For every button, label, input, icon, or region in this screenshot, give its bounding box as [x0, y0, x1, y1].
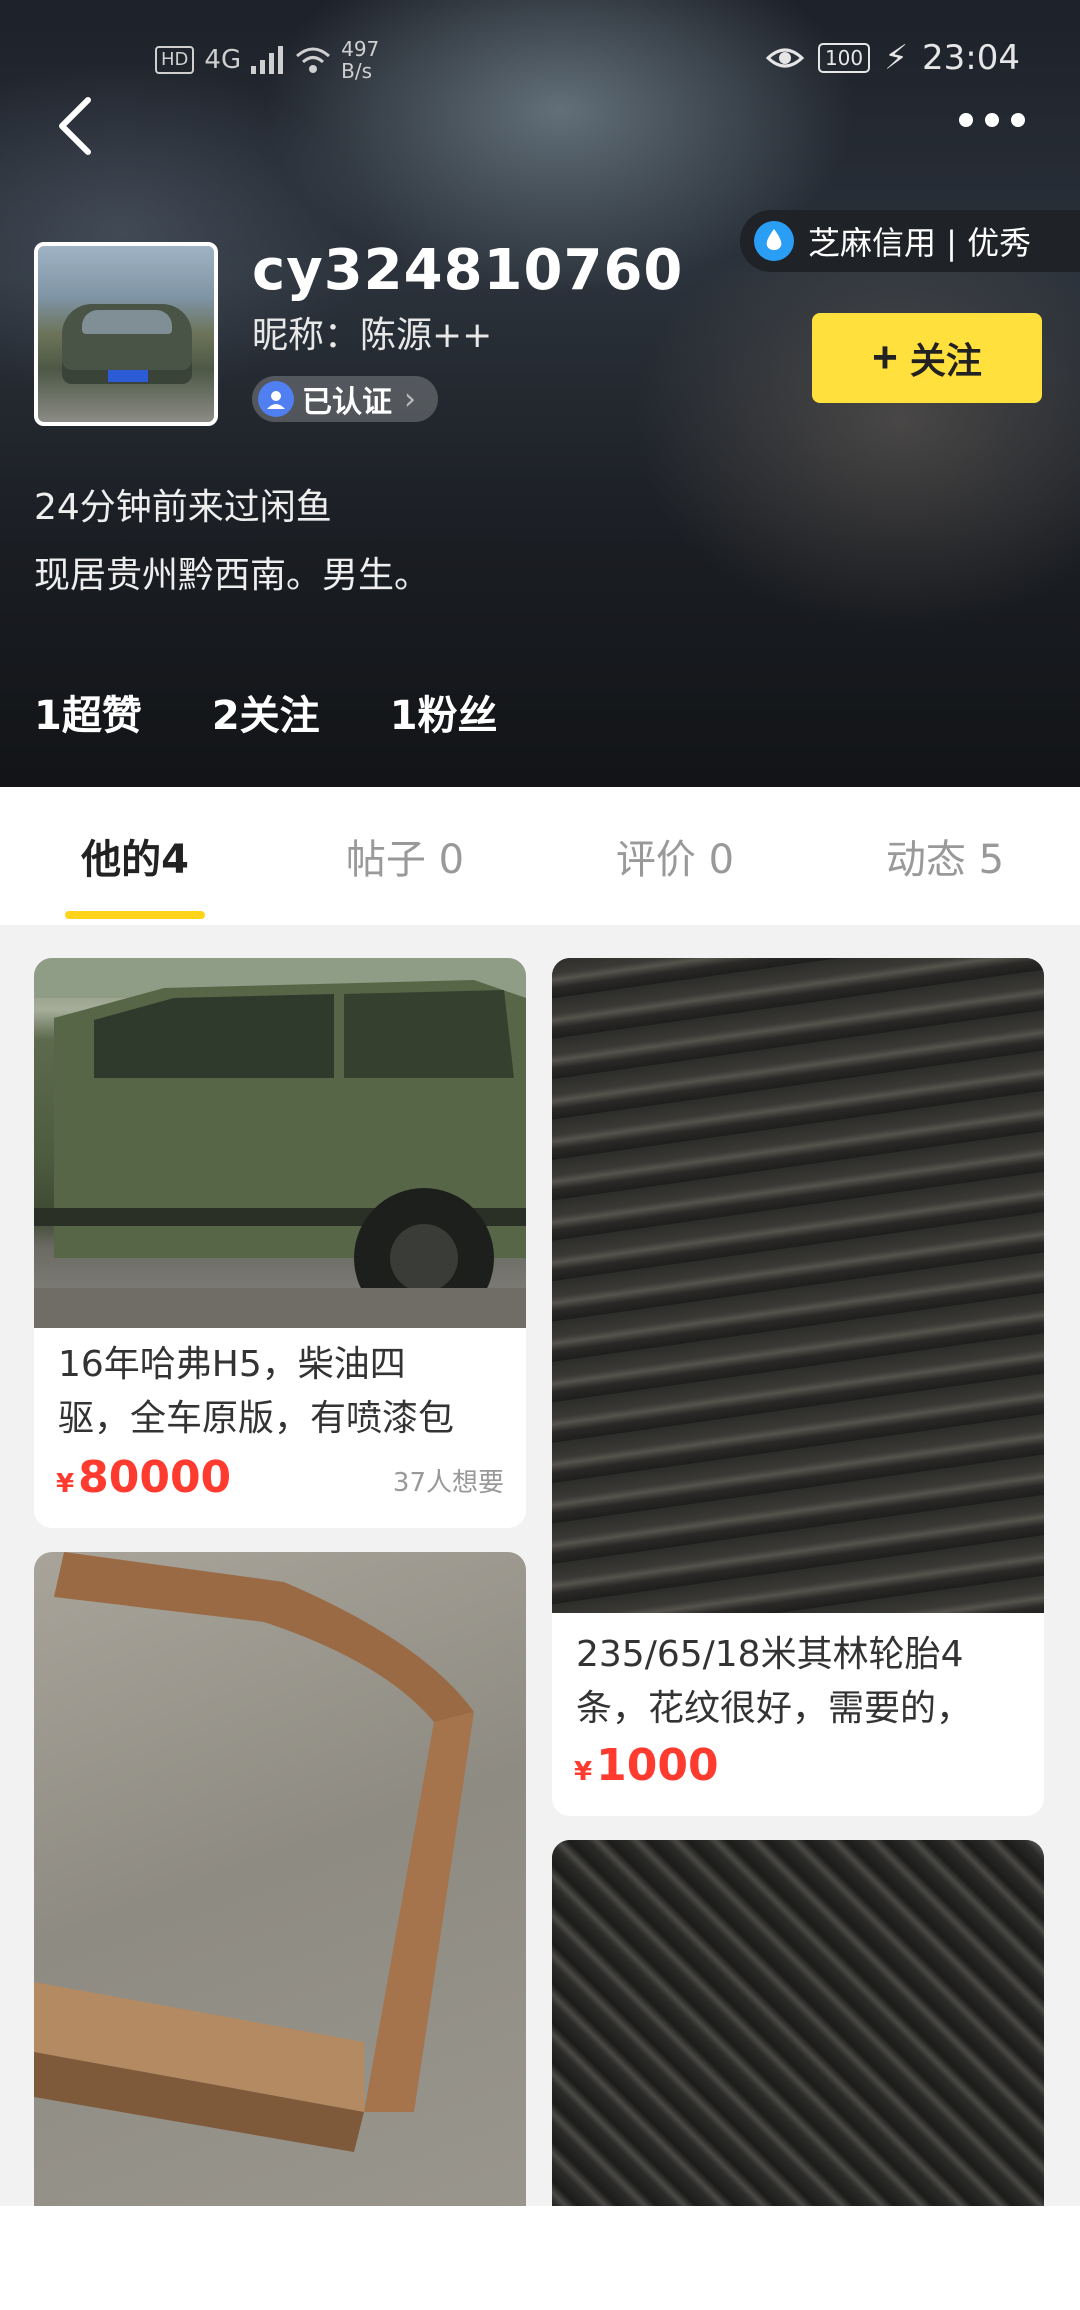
listing-title: 235/65/18米其林轮胎4 条，花纹很好，需要的，: [576, 1628, 972, 1736]
listing-image: [34, 958, 526, 1328]
tab-his-items[interactable]: 他的4: [0, 787, 270, 925]
chevron-right-icon: ›: [404, 381, 416, 417]
tab-activity[interactable]: 动态 5: [810, 787, 1080, 925]
username: cy324810760: [252, 238, 684, 303]
signal-icon: [251, 46, 284, 74]
listing-card[interactable]: [552, 1840, 1044, 2260]
verified-badge[interactable]: 已认证 ›: [252, 376, 438, 422]
listing-image: [552, 1840, 1044, 2260]
follow-label: 关注: [909, 340, 982, 381]
listing-card[interactable]: 235/65/18米其林轮胎4 条，花纹很好，需要的， ¥ 1000: [552, 958, 1044, 1816]
clock: 23:04: [922, 38, 1020, 78]
stat-following[interactable]: 2关注: [212, 683, 320, 741]
tab-label: 他的4: [81, 837, 189, 883]
network-type: 4G: [204, 45, 242, 75]
net-speed: 497 B/s: [341, 38, 379, 82]
avatar-windshield: [82, 310, 172, 334]
listing-title-line: 驱，全车原版，有喷漆包: [58, 1398, 455, 1439]
profile-stats: 1超赞 2关注 1粉丝: [34, 683, 498, 741]
tab-reviews[interactable]: 评价 0: [540, 787, 810, 925]
stat-likes[interactable]: 1超赞: [34, 683, 142, 741]
charging-icon: ⚡: [884, 38, 909, 78]
listing-title-line: 条，花纹很好，需要的，: [576, 1688, 973, 1729]
listing-image: [552, 958, 1044, 1613]
chevron-left-icon: [59, 97, 91, 155]
avatar-plate: [108, 370, 148, 382]
credit-badge[interactable]: 芝麻信用 | 优秀: [740, 210, 1080, 272]
verified-label: 已认证: [302, 385, 392, 420]
bottom-area: [0, 2206, 1080, 2310]
stat-followers[interactable]: 1粉丝: [390, 683, 498, 741]
tab-indicator: [65, 911, 205, 919]
net-speed-unit: B/s: [341, 59, 372, 83]
more-dot: [959, 113, 973, 127]
want-count: 37人想要: [392, 1468, 504, 1498]
back-button[interactable]: [48, 90, 108, 160]
frame-photo: [34, 1552, 474, 2152]
profile-header: HD 4G 497 B/s 100 ⚡ 23:04 cy324810760 昵称…: [0, 0, 1080, 787]
eye-icon: [765, 48, 804, 68]
follow-button[interactable]: + 关注: [812, 313, 1042, 403]
price-value: 1000: [596, 1740, 719, 1791]
listing-title-line: 235/65/18米其林轮胎4: [576, 1634, 964, 1675]
status-left: HD 4G 497 B/s: [155, 38, 379, 82]
currency-symbol: ¥: [574, 1757, 593, 1787]
credit-label: 芝麻信用 | 优秀: [808, 224, 1032, 262]
status-right: 100 ⚡ 23:04: [765, 38, 1020, 78]
location-text: 现居贵州黔西南。男生。: [34, 555, 431, 596]
last-seen-text: 24分钟前来过闲鱼: [34, 487, 332, 528]
tab-label: 动态 5: [885, 837, 1005, 883]
tab-label: 评价 0: [615, 837, 735, 883]
tab-posts[interactable]: 帖子 0: [270, 787, 540, 925]
wifi-icon: [296, 47, 331, 73]
listing-card[interactable]: [34, 1552, 526, 2252]
tab-bar: 他的4 帖子 0 评价 0 动态 5: [0, 787, 1080, 925]
status-bar: HD 4G 497 B/s 100 ⚡ 23:04: [0, 0, 1080, 120]
price-value: 80000: [78, 1452, 232, 1503]
listing-title-line: 16年哈弗H5，柴油四: [58, 1344, 406, 1385]
listing-title: 16年哈弗H5，柴油四 驱，全车原版，有喷漆包: [58, 1338, 454, 1446]
net-speed-value: 497: [341, 37, 380, 61]
battery-indicator: 100: [817, 43, 871, 73]
nickname: 昵称：陈源++: [252, 315, 493, 356]
listing-price: ¥ 80000: [56, 1452, 231, 1503]
more-dot: [1011, 113, 1025, 127]
avatar[interactable]: [34, 242, 218, 426]
listing-price: ¥ 1000: [574, 1740, 719, 1791]
credit-drop-icon: [754, 221, 794, 261]
more-button[interactable]: [952, 100, 1032, 140]
tab-label: 帖子 0: [345, 837, 465, 883]
hd-indicator: HD: [155, 46, 195, 74]
currency-symbol: ¥: [56, 1469, 75, 1499]
listing-image: [34, 1552, 526, 2252]
listing-card[interactable]: 16年哈弗H5，柴油四 驱，全车原版，有喷漆包 ¥ 80000 37人想要: [34, 958, 526, 1528]
verified-user-icon: [258, 381, 294, 417]
plus-icon: +: [872, 333, 898, 382]
more-dot: [985, 113, 999, 127]
car-photo: [34, 958, 526, 1328]
